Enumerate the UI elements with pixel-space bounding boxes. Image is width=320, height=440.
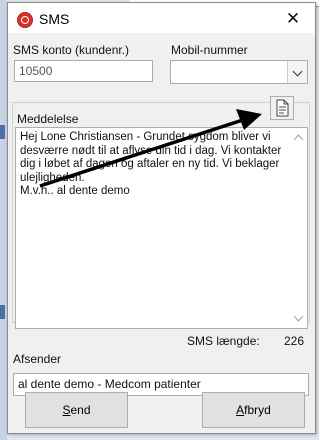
annotation-arrow [39, 109, 262, 188]
